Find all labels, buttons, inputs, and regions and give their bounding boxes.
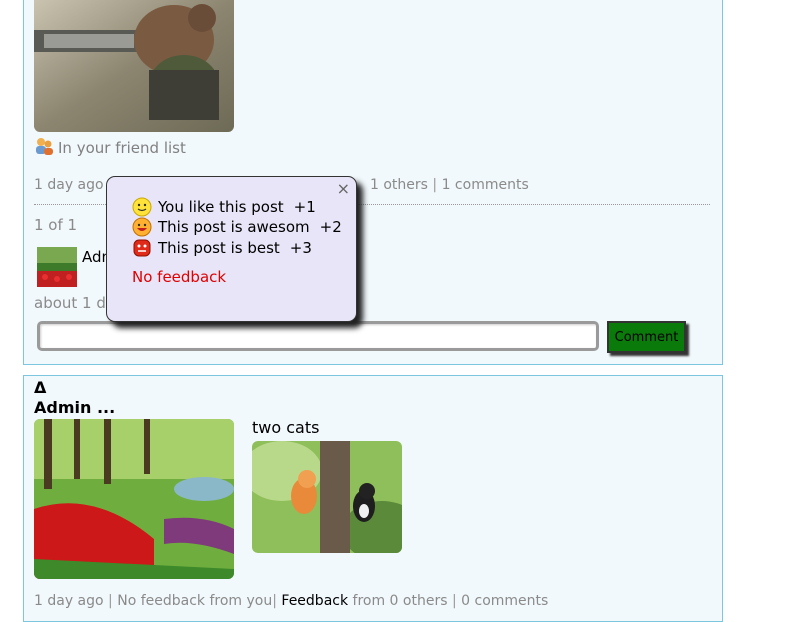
post-caption: two cats — [252, 418, 320, 437]
feedback-label: This post is best — [158, 239, 280, 257]
feedback-label: You like this post — [158, 198, 284, 216]
post-image-cats[interactable] — [252, 441, 402, 553]
friend-status-label: In your friend list — [58, 139, 186, 157]
avatar[interactable] — [37, 247, 77, 287]
post-meta: 1 day ago | No feedback from you| Feedba… — [34, 593, 548, 609]
grin-icon — [132, 217, 152, 237]
no-feedback-link[interactable]: No feedback — [132, 268, 226, 286]
comment-button[interactable]: Comment — [607, 321, 686, 353]
feedback-option-awesome[interactable]: This post is awesom +2 — [132, 217, 342, 237]
devil-icon — [132, 238, 152, 258]
feedback-count: +2 — [319, 218, 342, 236]
comment-pager: 1 of 1 — [34, 216, 78, 234]
feedback-link[interactable]: Feedback — [281, 593, 348, 609]
post-meta: 1 day ago — [34, 177, 104, 193]
others-link[interactable]: 1 others — [370, 177, 428, 193]
comments-link[interactable]: 0 comments — [461, 593, 548, 609]
separator: | — [451, 593, 462, 609]
post-meta-right: 1 others | 1 comments — [370, 177, 529, 193]
feedback-count: +3 — [289, 239, 312, 257]
friends-icon — [34, 136, 54, 160]
separator: | — [432, 177, 442, 193]
post-time: 1 day ago — [34, 593, 104, 609]
friend-status: In your friend list — [34, 136, 186, 160]
post-image-garden[interactable] — [34, 419, 234, 579]
post-delta: Δ — [34, 378, 47, 397]
post-time: 1 day ago — [34, 177, 104, 193]
feedback-option-best[interactable]: This post is best +3 — [132, 238, 312, 258]
no-feedback-status: No feedback from you — [117, 593, 273, 609]
feedback-popup: × You like this post +1 This post is awe… — [106, 176, 357, 322]
post-image-robot[interactable] — [34, 0, 234, 132]
comment-input[interactable] — [37, 321, 599, 351]
others-count[interactable]: from 0 others — [353, 593, 448, 609]
smile-icon — [132, 197, 152, 217]
comments-link[interactable]: 1 comments — [442, 177, 529, 193]
feedback-count: +1 — [293, 198, 316, 216]
feedback-label: This post is awesom — [158, 218, 310, 236]
feedback-option-like[interactable]: You like this post +1 — [132, 197, 316, 217]
separator: | — [108, 593, 118, 609]
post-author[interactable]: Admin ... — [34, 398, 115, 417]
close-icon[interactable]: × — [337, 179, 350, 198]
